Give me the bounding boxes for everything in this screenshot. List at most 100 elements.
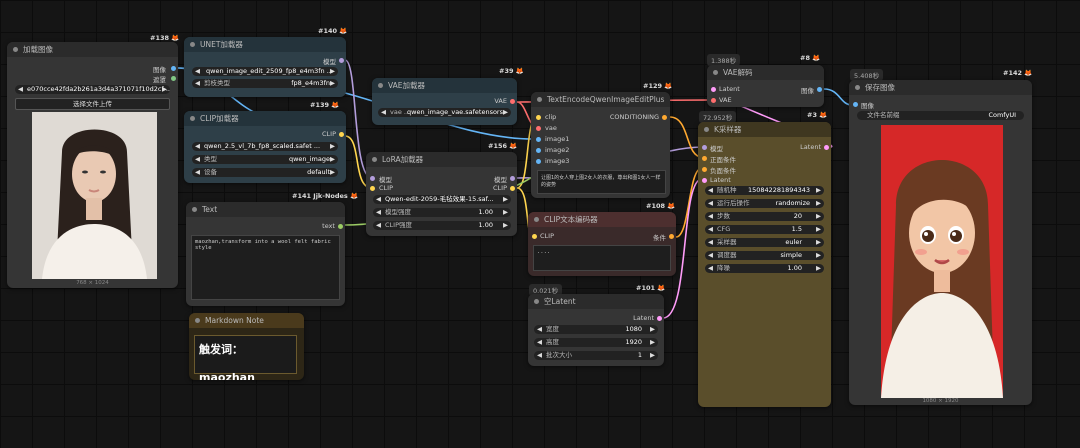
- vae-decode-title[interactable]: VAE解码: [707, 65, 824, 80]
- ksampler-sampler[interactable]: ◀ 采样器 euler ▶: [705, 238, 824, 247]
- lora-model-output-port[interactable]: [510, 176, 515, 181]
- decode-image-output-port[interactable]: [817, 87, 822, 92]
- lora-clip-strength[interactable]: ◀ CLIP强度 1.00 ▶: [373, 221, 511, 230]
- text-node-title[interactable]: Text: [186, 202, 345, 217]
- fox-icon: 🦊: [339, 27, 348, 35]
- vae-loader-out: VAE: [494, 97, 507, 105]
- encode-prompt-area[interactable]: 让图1的女人穿上图2女人的衣服，尊出和图1女人一样的姿势: [537, 170, 666, 194]
- decode-vae-port[interactable]: [711, 98, 716, 103]
- ksampler-latent-output-port[interactable]: [824, 145, 829, 150]
- encode-image3-port[interactable]: [536, 159, 541, 164]
- clip-device-label: 设备: [204, 168, 217, 176]
- vae-output-port[interactable]: [510, 99, 515, 104]
- text-output-port[interactable]: [338, 224, 343, 229]
- image-file-select[interactable]: ◀ e070cce42fda2b261a3d4a371071f10d2cf ...…: [15, 85, 170, 94]
- latent-height[interactable]: ◀ 高度 1920 ▶: [534, 338, 658, 347]
- lora-title[interactable]: LoRA加载器: [366, 152, 517, 167]
- image-output-port[interactable]: [171, 66, 176, 71]
- ksampler-denoise[interactable]: ◀ 降噪 1.00 ▶: [705, 264, 824, 273]
- latent-batch[interactable]: ◀ 批次大小 1 ▶: [534, 351, 658, 360]
- unet-loader-node[interactable]: UNET加载器 模型 ◀ qwen_image_edit_2509_fp8_e4m…: [184, 37, 346, 97]
- ksampler-positive-port[interactable]: [702, 156, 707, 161]
- vae-name-select[interactable]: ◀ vae ... qwen_image_vae.safetensors ▶: [378, 108, 511, 117]
- clip-text-encode-node[interactable]: CLIP文本编码器 CLIP 条件 ....: [528, 212, 676, 276]
- ksampler-title[interactable]: K采样器: [698, 122, 831, 137]
- load-image-id-text: #138: [150, 34, 170, 42]
- lora-clip-input-port[interactable]: [370, 186, 375, 191]
- latent-height-label: 高度: [546, 338, 559, 346]
- steps-label: 步数: [717, 212, 730, 220]
- clip-encode-text-area[interactable]: ....: [533, 245, 671, 271]
- model-output-port[interactable]: [339, 58, 344, 63]
- vae-loader-node[interactable]: VAE加载器 VAE ◀ vae ... qwen_image_vae.safete…: [372, 78, 517, 125]
- markdown-title[interactable]: Markdown Note: [189, 313, 304, 328]
- encode-cond-output-port[interactable]: [662, 115, 667, 120]
- clip-loader-node[interactable]: CLIP加载器 CLIP ◀ qwen_2.5_vl_7b_fp8_scaled.…: [184, 111, 346, 183]
- save-image-input-port[interactable]: [853, 102, 858, 107]
- denoise-value: 1.00: [787, 264, 802, 272]
- latent-output-port[interactable]: [657, 316, 662, 321]
- text-content-area[interactable]: maozhan,transform into a wool felt fabri…: [191, 235, 340, 300]
- lora-loader-node[interactable]: LoRA加载器 模型 CLIP 模型 CLIP ◀ Qwen-edit-2059-…: [366, 152, 517, 236]
- text-node-id: #141 Jjk-Nodes 🦊: [292, 192, 358, 200]
- clip-encode-output-port[interactable]: [669, 234, 674, 239]
- clip-output-port[interactable]: [339, 132, 344, 137]
- clip-loader-out: CLIP: [322, 130, 336, 138]
- lora-clip-output-port[interactable]: [510, 186, 515, 191]
- ksampler-scheduler[interactable]: ◀ 调度器 simple ▶: [705, 251, 824, 260]
- filename-prefix-field[interactable]: 文件名前缀 ComfyUI: [857, 111, 1024, 120]
- clip-device-select[interactable]: ◀ 设备 default ▶: [192, 168, 338, 177]
- encode-clip-port[interactable]: [536, 115, 541, 120]
- encode-in-image3: image3: [545, 157, 570, 165]
- ksampler-model-port[interactable]: [702, 145, 707, 150]
- empty-latent-node[interactable]: 空Latent Latent ◀ 宽度 1080 ▶ ◀ 高度 1920 ▶ ◀ 批次大小 1 ▶: [528, 294, 664, 366]
- empty-latent-id: #101 🦊: [636, 284, 665, 292]
- sampler-label: 采样器: [717, 238, 737, 246]
- save-image-node[interactable]: 保存图像 图像 文件名前缀 ComfyUI 1080 × 1920: [849, 80, 1032, 405]
- lora-model-input-port[interactable]: [370, 176, 375, 181]
- unet-name-select[interactable]: ◀ qwen_image_edit_2509_fp8_e4m3fn ... ▶: [192, 67, 338, 76]
- vae-decode-title-text: VAE解码: [723, 68, 753, 77]
- clip-name-select[interactable]: ◀ qwen_2.5_vl_7b_fp8_scaled.safet ... ▶: [192, 142, 338, 151]
- text-encode-node[interactable]: TextEncodeQwenImageEditPlus clip vae ima…: [531, 92, 670, 198]
- decode-latent-port[interactable]: [711, 87, 716, 92]
- save-image-title[interactable]: 保存图像: [849, 80, 1032, 95]
- ksampler-node[interactable]: K采样器 模型 正面条件 负面条件 Latent Latent ◀ 随机种 1508…: [698, 122, 831, 407]
- ksampler-seed[interactable]: ◀ 随机种 150842281894343 ▶: [705, 186, 824, 195]
- latent-batch-label: 批次大小: [546, 351, 572, 359]
- unet-title[interactable]: UNET加载器: [184, 37, 346, 52]
- encode-image1-port[interactable]: [536, 137, 541, 142]
- lora-model-strength[interactable]: ◀ 模型强度 1.00 ▶: [373, 208, 511, 217]
- input-image-size: 768 × 1024: [76, 280, 109, 286]
- ksampler-id-text: #3: [807, 111, 817, 119]
- lora-name-select[interactable]: ◀ Qwen-edit-2059-毛毡效果-15.saf... ▶: [373, 195, 511, 204]
- ksampler-negative-port[interactable]: [702, 167, 707, 172]
- ksampler-steps[interactable]: ◀ 步数 20 ▶: [705, 212, 824, 221]
- seed-value: 150842281894343: [747, 186, 810, 194]
- clip-encode-input-port[interactable]: [532, 234, 537, 239]
- text-encode-title[interactable]: TextEncodeQwenImageEditPlus: [531, 92, 670, 107]
- text-node[interactable]: Text text maozhan,transform into a wool …: [186, 202, 345, 306]
- mask-output-port[interactable]: [171, 76, 176, 81]
- clip-encode-title[interactable]: CLIP文本编码器: [528, 212, 676, 227]
- markdown-content[interactable]: 触发词：maozhan: [194, 335, 297, 380]
- load-image-node[interactable]: 加载图像 图像 遮罩 ◀ e070cce42fda2b261a3d4a371071…: [7, 42, 178, 288]
- markdown-note-node[interactable]: Markdown Note 触发词：maozhan: [189, 313, 304, 380]
- ksampler-control-after[interactable]: ◀ 运行后操作 randomize ▶: [705, 199, 824, 208]
- ksampler-cfg[interactable]: ◀ CFG 1.5 ▶: [705, 225, 824, 234]
- encode-vae-port[interactable]: [536, 126, 541, 131]
- load-image-title[interactable]: 加载图像: [7, 42, 178, 57]
- empty-latent-title[interactable]: 空Latent: [528, 294, 664, 309]
- latent-width[interactable]: ◀ 宽度 1080 ▶: [534, 325, 658, 334]
- vae-loader-title[interactable]: VAE加载器: [372, 78, 517, 93]
- unet-name-value: qwen_image_edit_2509_fp8_e4m3fn ...: [206, 67, 333, 75]
- upload-button[interactable]: 选择文件上传: [15, 98, 170, 110]
- clip-type-select[interactable]: ◀ 类型 qwen_image ▶: [192, 155, 338, 164]
- ksampler-latent-port[interactable]: [702, 178, 707, 183]
- fox-icon: 🦊: [515, 67, 524, 75]
- vae-decode-node[interactable]: VAE解码 Latent VAE 图像: [707, 65, 824, 107]
- encode-image2-port[interactable]: [536, 148, 541, 153]
- unet-dtype-select[interactable]: ◀ 剪枝类型 fp8_e4m3fn ▶: [192, 79, 338, 88]
- fox-icon: 🦊: [509, 142, 518, 150]
- clip-loader-title[interactable]: CLIP加载器: [184, 111, 346, 126]
